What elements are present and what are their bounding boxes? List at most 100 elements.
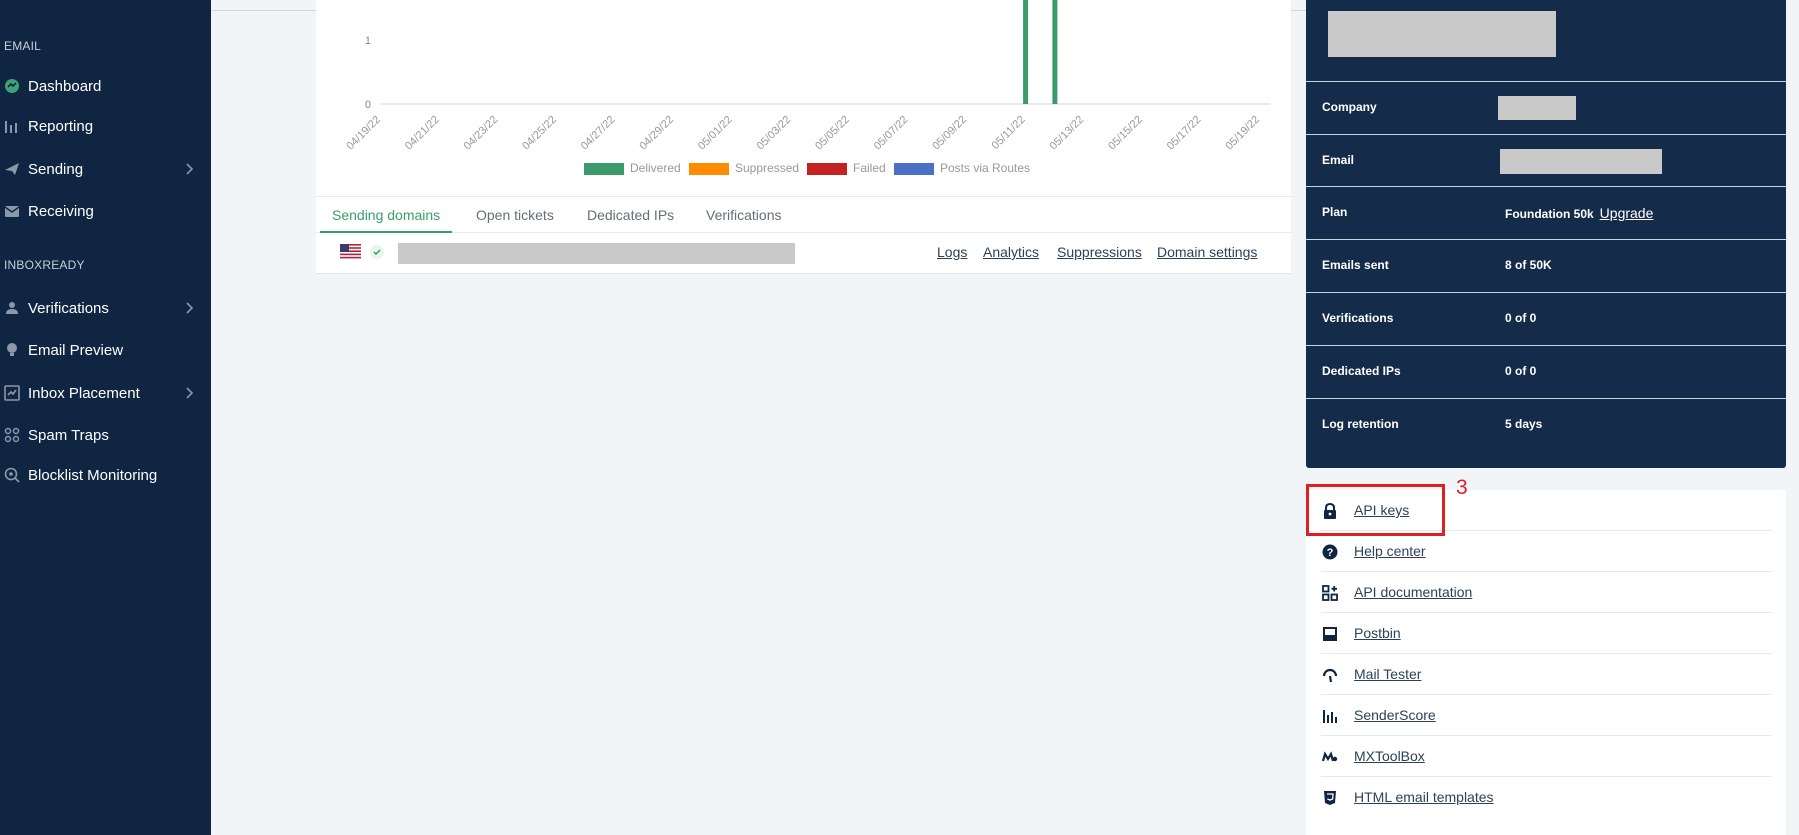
sidebar-item-dashboard[interactable]: Dashboard (0, 71, 211, 101)
legend-label: Failed (853, 161, 886, 175)
html-email-templates-link[interactable]: HTML email templates (1354, 789, 1494, 805)
link-row-api-documentation[interactable]: API documentation (1321, 572, 1771, 613)
postbin-link[interactable]: Postbin (1354, 625, 1401, 641)
link-row-help-center[interactable]: ? Help center (1321, 531, 1771, 572)
x-tick-label: 04/27/22 (579, 114, 618, 153)
x-tick-label: 05/09/22 (930, 114, 969, 153)
account-row-dedicated-ips: Dedicated IPs 0 of 0 (1306, 345, 1786, 398)
tab-verifications[interactable]: Verifications (706, 197, 781, 233)
plan-name: Foundation 50k (1505, 207, 1594, 221)
legend-label: Suppressed (735, 161, 799, 175)
row-value: Foundation 50k Upgrade (1505, 205, 1653, 221)
logo-redacted (1328, 11, 1556, 57)
sidebar-item-inbox-placement[interactable]: Inbox Placement (0, 378, 211, 408)
legend-swatch (584, 163, 624, 175)
sidebar-item-label: Spam Traps (28, 426, 109, 444)
section-label-email: EMAIL (4, 39, 42, 53)
account-row-verifications: Verifications 0 of 0 (1306, 292, 1786, 345)
annotation-highlight-box (1306, 484, 1445, 536)
us-flag-icon (340, 244, 361, 259)
x-tick-label: 04/21/22 (403, 114, 442, 153)
link-row-postbin[interactable]: Postbin (1321, 613, 1771, 654)
suppressions-link[interactable]: Suppressions (1057, 244, 1142, 260)
sidebar-item-spam-traps[interactable]: Spam Traps (0, 420, 211, 450)
overview-card: 0 1 04/19/22 04/21/22 04/23/22 04/25/22 04/27/… (316, 0, 1291, 274)
account-row-log-retention: Log retention 5 days (1306, 398, 1786, 451)
analytics-link[interactable]: Analytics (983, 244, 1039, 260)
legend-swatch (807, 163, 847, 175)
mxtoolbox-link[interactable]: MXToolBox (1354, 748, 1425, 764)
trap-icon (4, 427, 20, 443)
inbox-tray-icon (1321, 625, 1339, 643)
x-tick-label: 05/11/22 (990, 114, 1028, 152)
chevron-right-icon (185, 300, 195, 320)
bars-icon (1321, 707, 1339, 725)
sidebar-item-reporting[interactable]: Reporting (0, 111, 211, 141)
sidebar-item-label: Dashboard (28, 77, 102, 95)
y-tick-label: 1 (365, 35, 371, 47)
sidebar-item-verifications[interactable]: Verifications (0, 293, 211, 323)
sidebar-item-blocklist-monitoring[interactable]: Blocklist Monitoring (0, 460, 211, 490)
tab-sending-domains[interactable]: Sending domains (320, 197, 453, 233)
monitor-icon (4, 467, 20, 483)
row-label: Company (1322, 100, 1377, 114)
link-row-mxtoolbox[interactable]: MXToolBox (1321, 736, 1771, 777)
paper-plane-icon (4, 161, 20, 177)
x-tick-label: 05/01/22 (696, 114, 735, 153)
row-value: 0 of 0 (1505, 311, 1537, 325)
sidebar-item-email-preview[interactable]: Email Preview (0, 335, 211, 365)
sidebar-item-label: Blocklist Monitoring (28, 466, 158, 484)
legend-label: Delivered (630, 161, 681, 175)
link-row-mail-tester[interactable]: Mail Tester (1321, 654, 1771, 695)
html5-icon (1321, 789, 1339, 807)
domain-settings-link[interactable]: Domain settings (1157, 244, 1257, 260)
help-center-link[interactable]: Help center (1354, 543, 1426, 559)
chart-bar (1023, 0, 1029, 104)
x-tick-label: 05/05/22 (813, 114, 852, 153)
sidebar: EMAIL Dashboard Reporting Sending Receiv… (0, 0, 211, 835)
row-label: Plan (1322, 205, 1348, 219)
account-row-plan: Plan Foundation 50k Upgrade (1306, 186, 1786, 239)
sidebar-item-label: Inbox Placement (28, 384, 140, 402)
question-circle-icon: ? (1321, 543, 1339, 561)
sidebar-item-label: Reporting (28, 117, 94, 135)
upgrade-link[interactable]: Upgrade (1600, 205, 1654, 221)
sidebar-item-receiving[interactable]: Receiving (0, 196, 211, 226)
placement-icon (4, 385, 20, 401)
sidebar-item-label: Verifications (28, 299, 109, 317)
annotation-number: 3 (1456, 476, 1468, 499)
user-check-icon (4, 300, 20, 316)
legend-swatch (689, 163, 729, 175)
dashboard-icon (4, 78, 20, 94)
tab-dedicated-ips[interactable]: Dedicated IPs (587, 197, 674, 233)
tab-open-tickets[interactable]: Open tickets (476, 197, 554, 233)
tab-bar: Sending domains Open tickets Dedicated I… (316, 196, 1291, 233)
link-row-html-email-templates[interactable]: HTML email templates (1321, 777, 1771, 818)
x-tick-label: 05/17/22 (1165, 114, 1204, 153)
inbox-icon (4, 203, 20, 219)
legend-label: Posts via Routes (940, 161, 1030, 175)
api-documentation-link[interactable]: API documentation (1354, 584, 1472, 600)
email-activity-chart: 0 1 04/19/22 04/21/22 04/23/22 04/25/22 04/27/… (344, 0, 1270, 175)
mail-tester-link[interactable]: Mail Tester (1354, 666, 1421, 682)
sidebar-item-sending[interactable]: Sending (0, 154, 211, 184)
chevron-right-icon (185, 161, 195, 181)
row-label: Log retention (1322, 417, 1399, 431)
chart-bar (1052, 0, 1058, 104)
account-row-email: Email (1306, 134, 1786, 187)
svg-text:?: ? (1327, 547, 1334, 559)
row-label: Email (1322, 153, 1355, 167)
sidebar-item-label: Sending (28, 160, 84, 178)
x-tick-label: 04/23/22 (462, 114, 501, 153)
link-row-senderscore[interactable]: SenderScore (1321, 695, 1771, 736)
x-tick-label: 05/03/22 (755, 114, 794, 153)
row-label: Verifications (1322, 311, 1394, 325)
chevron-right-icon (185, 385, 195, 405)
logs-link[interactable]: Logs (937, 244, 967, 260)
senderscore-link[interactable]: SenderScore (1354, 707, 1436, 723)
x-tick-label: 05/15/22 (1106, 114, 1145, 153)
email-redacted (1500, 149, 1662, 174)
x-tick-label: 04/25/22 (520, 114, 559, 153)
company-redacted (1498, 96, 1576, 120)
row-label: Emails sent (1322, 258, 1389, 272)
